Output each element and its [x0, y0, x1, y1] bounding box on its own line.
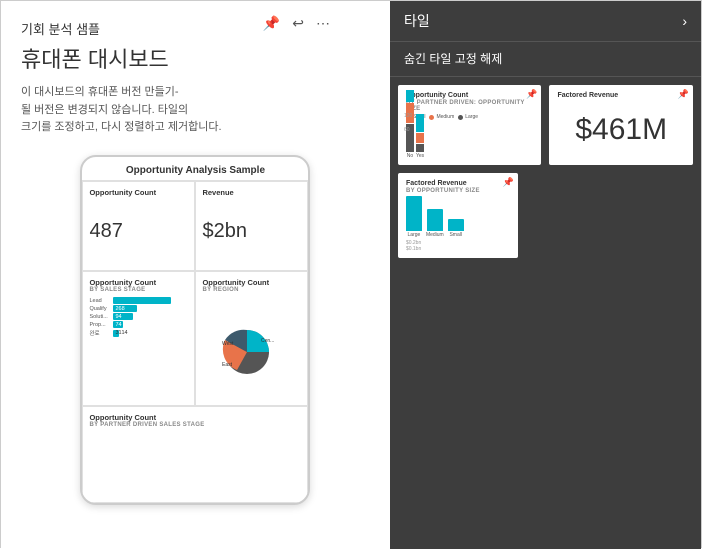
korean-desc: 이 대시보드의 휴대폰 버전 만들기-될 버전은 변경되지 않습니다. 타일의크… — [21, 84, 370, 137]
tile-opportunity-count-partner[interactable]: Opportunity Count BY PARTNER DRIVEN: OPP… — [398, 85, 542, 165]
tile-row-2: Factored Revenue BY OPPORTUNITY SIZE 📌 L… — [398, 173, 693, 258]
tile1-subtitle: BY PARTNER DRIVEN: OPPORTUNITY SIZE — [406, 100, 534, 112]
phone-cell-region: Opportunity Count BY REGION — [195, 271, 308, 406]
tile2-value: $461M — [557, 113, 685, 147]
bar-yes-small — [416, 114, 424, 132]
tile1-legend: Small Medium Large — [406, 114, 534, 120]
tile3-bar-chart: Large Medium Small — [406, 200, 510, 238]
region-pie-container: West Cen... East — [202, 297, 301, 401]
bar-label-lead: Lead — [89, 298, 111, 304]
pin-label: 숨긴 타일 고정 해제 — [404, 52, 502, 66]
pie-label-cen: Cen... — [261, 338, 274, 344]
cell3-sublabel: BY SALES STAGE — [89, 287, 188, 293]
tile1-bar-chart: No Yes — [406, 124, 534, 159]
right-panel: 타일 › 숨긴 타일 고정 해제 Opportunity Count BY PA… — [390, 1, 701, 549]
tile3-subtitle: BY OPPORTUNITY SIZE — [406, 188, 510, 194]
legend-dot-medium — [429, 115, 434, 120]
tile-factored-revenue-chart[interactable]: Factored Revenue BY OPPORTUNITY SIZE 📌 L… — [398, 173, 518, 258]
bar-medium: Medium — [426, 209, 444, 238]
pie-label-west: West — [222, 341, 234, 347]
bar-label-complete: 완료 — [89, 329, 111, 337]
bar-row-solution: Soluti... 74 — [89, 313, 188, 320]
tile-factored-revenue[interactable]: Factored Revenue 📌 $461M — [549, 85, 693, 165]
right-panel-header: 타일 › — [390, 1, 701, 42]
bar-label-proposal: Prop... — [89, 322, 111, 328]
cell2-label: Revenue — [202, 188, 301, 197]
legend-medium: Medium — [429, 114, 454, 120]
phone-cell-revenue: Revenue $2bn — [195, 181, 308, 271]
bar-row-proposal: Prop... 31 — [89, 321, 188, 328]
more-icon[interactable]: ⋯ — [316, 15, 330, 32]
bar-no-small — [406, 90, 414, 102]
tile3-y-label-low: $0.1bn — [406, 246, 510, 252]
phone-content: Opportunity Analysis Sample Opportunity … — [82, 157, 308, 503]
right-tiles: Opportunity Count BY PARTNER DRIVEN: OPP… — [390, 77, 701, 549]
legend-large: Large — [458, 114, 478, 120]
bar-container-lead: 268 — [113, 297, 171, 304]
right-panel-title: 타일 — [404, 11, 430, 31]
phone-cell-opportunity-count: Opportunity Count 487 — [82, 181, 195, 271]
pie-label-east: East — [222, 362, 233, 368]
chevron-right-icon[interactable]: › — [682, 13, 687, 29]
legend-label-large: Large — [465, 114, 478, 120]
bar-num-solution: 74 — [113, 322, 123, 328]
bar-large-label: Large — [408, 232, 421, 238]
phone-grid: Opportunity Count 487 Revenue $2bn Oppor… — [82, 181, 308, 503]
left-panel: 📌 ↩ ⋯ 기회 분석 샘플 휴대폰 대시보드 이 대시보드의 휴대폰 버전 만… — [1, 1, 390, 549]
bar-label-solution: Soluti... — [89, 314, 111, 320]
right-pin-bar: 숨긴 타일 고정 해제 — [390, 42, 701, 77]
bar-label-yes: Yes — [416, 153, 424, 159]
tile1-y-label-high: 120 — [404, 113, 412, 119]
tile1-y-label-mid: 60 — [404, 127, 410, 133]
region-pie-chart: West Cen... East — [219, 320, 284, 378]
tile1-pin-icon[interactable]: 📌 — [526, 89, 537, 100]
bar-lead: 268 — [113, 297, 171, 304]
cell2-value: $2bn — [202, 220, 301, 243]
bar-large-bar — [406, 196, 422, 231]
cell3-label: Opportunity Count — [89, 278, 188, 287]
phone-header: Opportunity Analysis Sample — [82, 157, 308, 181]
legend-label-medium: Medium — [436, 114, 454, 120]
bar-num-qualify: 94 — [113, 314, 123, 320]
cell1-value: 487 — [89, 220, 188, 243]
undo-icon[interactable]: ↩ — [292, 15, 304, 32]
pin-icon[interactable]: 📌 — [263, 15, 280, 32]
bar-small-bar — [448, 219, 464, 231]
sales-stage-chart: Lead 268 Qualify 94 — [89, 297, 188, 401]
bar-label-no: No — [407, 153, 413, 159]
phone-cell-sales-stage: Opportunity Count BY SALES STAGE Lead 26… — [82, 271, 195, 406]
tile3-title: Factored Revenue — [406, 179, 510, 188]
cell1-label: Opportunity Count — [89, 188, 188, 197]
bar-num-lead: 268 — [113, 306, 126, 312]
cell4-sublabel: BY REGION — [202, 287, 301, 293]
cell4-label: Opportunity Count — [202, 278, 301, 287]
bar-yes-medium — [416, 133, 424, 143]
bar-medium-bar — [427, 209, 443, 231]
bar-num-proposal: 31 — [113, 330, 123, 336]
toolbar: 📌 ↩ ⋯ — [263, 15, 330, 32]
bar-small-label: Small — [449, 232, 462, 238]
legend-dot-large — [458, 115, 463, 120]
bar-row-qualify: Qualify 94 — [89, 305, 188, 312]
cell5-sublabel: BY PARTNER DRIVEN SALES STAGE — [89, 422, 301, 428]
bar-medium-label: Medium — [426, 232, 444, 238]
bar-row-complete: 완료 14 — [89, 329, 188, 337]
phone-mockup: Opportunity Analysis Sample Opportunity … — [80, 155, 310, 505]
korean-subtitle: 휴대폰 대시보드 — [21, 42, 370, 74]
cell5-label: Opportunity Count — [89, 413, 301, 422]
tile3-pin-icon[interactable]: 📌 — [503, 177, 514, 188]
bar-group-yes: Yes — [416, 114, 424, 159]
bar-small: Small — [448, 219, 464, 238]
tile1-title: Opportunity Count — [406, 91, 534, 100]
bar-yes-large — [416, 144, 424, 152]
bar-group-no: No — [406, 90, 414, 159]
tile-row-1: Opportunity Count BY PARTNER DRIVEN: OPP… — [398, 85, 693, 165]
tile2-title: Factored Revenue — [557, 91, 685, 100]
phone-cell-partner-driven: Opportunity Count BY PARTNER DRIVEN SALE… — [82, 406, 308, 502]
bar-label-qualify: Qualify — [89, 306, 111, 312]
bar-row-lead: Lead 268 — [89, 297, 188, 304]
bar-large: Large — [406, 196, 422, 238]
tile2-pin-icon[interactable]: 📌 — [678, 89, 689, 100]
